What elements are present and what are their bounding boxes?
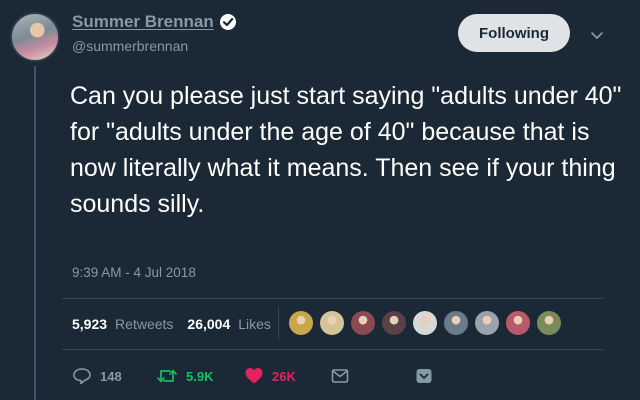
tweet-text: Can you please just start saying "adults… <box>70 82 622 218</box>
following-button[interactable]: Following <box>458 14 570 52</box>
retweets-label[interactable]: Retweets <box>115 316 173 332</box>
liker-avatar-9[interactable] <box>536 310 562 336</box>
author-avatar[interactable] <box>10 12 60 62</box>
liker-avatar-7[interactable] <box>474 310 500 336</box>
liker-avatar-5[interactable] <box>412 310 438 336</box>
thread-line <box>34 66 36 400</box>
liker-avatar-1[interactable] <box>288 310 314 336</box>
retweet-icon[interactable] <box>156 366 178 386</box>
author-name-row: Summer Brennan <box>72 12 236 32</box>
heart-icon[interactable] <box>244 366 264 386</box>
envelope-icon[interactable] <box>330 366 350 386</box>
liker-avatar-2[interactable] <box>319 310 345 336</box>
stats-separator <box>278 306 279 340</box>
reply-icon[interactable] <box>72 366 92 386</box>
liker-avatar-6[interactable] <box>443 310 469 336</box>
like-count: 26K <box>272 368 296 384</box>
liker-avatar-4[interactable] <box>381 310 407 336</box>
liker-avatar-3[interactable] <box>350 310 376 336</box>
author-handle[interactable]: @summerbrennan <box>72 38 188 54</box>
tweet-stats: 5,923 Retweets 26,004 Likes <box>72 316 277 332</box>
likes-label[interactable]: Likes <box>238 316 271 332</box>
save-action[interactable] <box>414 364 434 388</box>
reply-count: 148 <box>100 368 122 384</box>
like-action[interactable]: 26K <box>244 364 296 388</box>
likes-count[interactable]: 26,004 <box>187 316 230 332</box>
chevron-down-icon[interactable] <box>590 28 604 46</box>
retweets-count[interactable]: 5,923 <box>72 316 107 332</box>
reply-action[interactable]: 148 <box>72 364 122 388</box>
divider-top <box>62 298 604 299</box>
verified-badge-icon <box>219 14 236 30</box>
message-action[interactable] <box>330 364 350 388</box>
tweet-timestamp[interactable]: 9:39 AM - 4 Jul 2018 <box>72 265 196 280</box>
retweet-action[interactable]: 5.9K <box>156 364 213 388</box>
author-display-name[interactable]: Summer Brennan <box>72 12 214 32</box>
bookmark-icon[interactable] <box>414 366 434 386</box>
liker-avatar-8[interactable] <box>505 310 531 336</box>
retweet-count: 5.9K <box>186 368 214 384</box>
divider-bottom <box>62 349 604 350</box>
liker-avatars <box>288 310 562 336</box>
